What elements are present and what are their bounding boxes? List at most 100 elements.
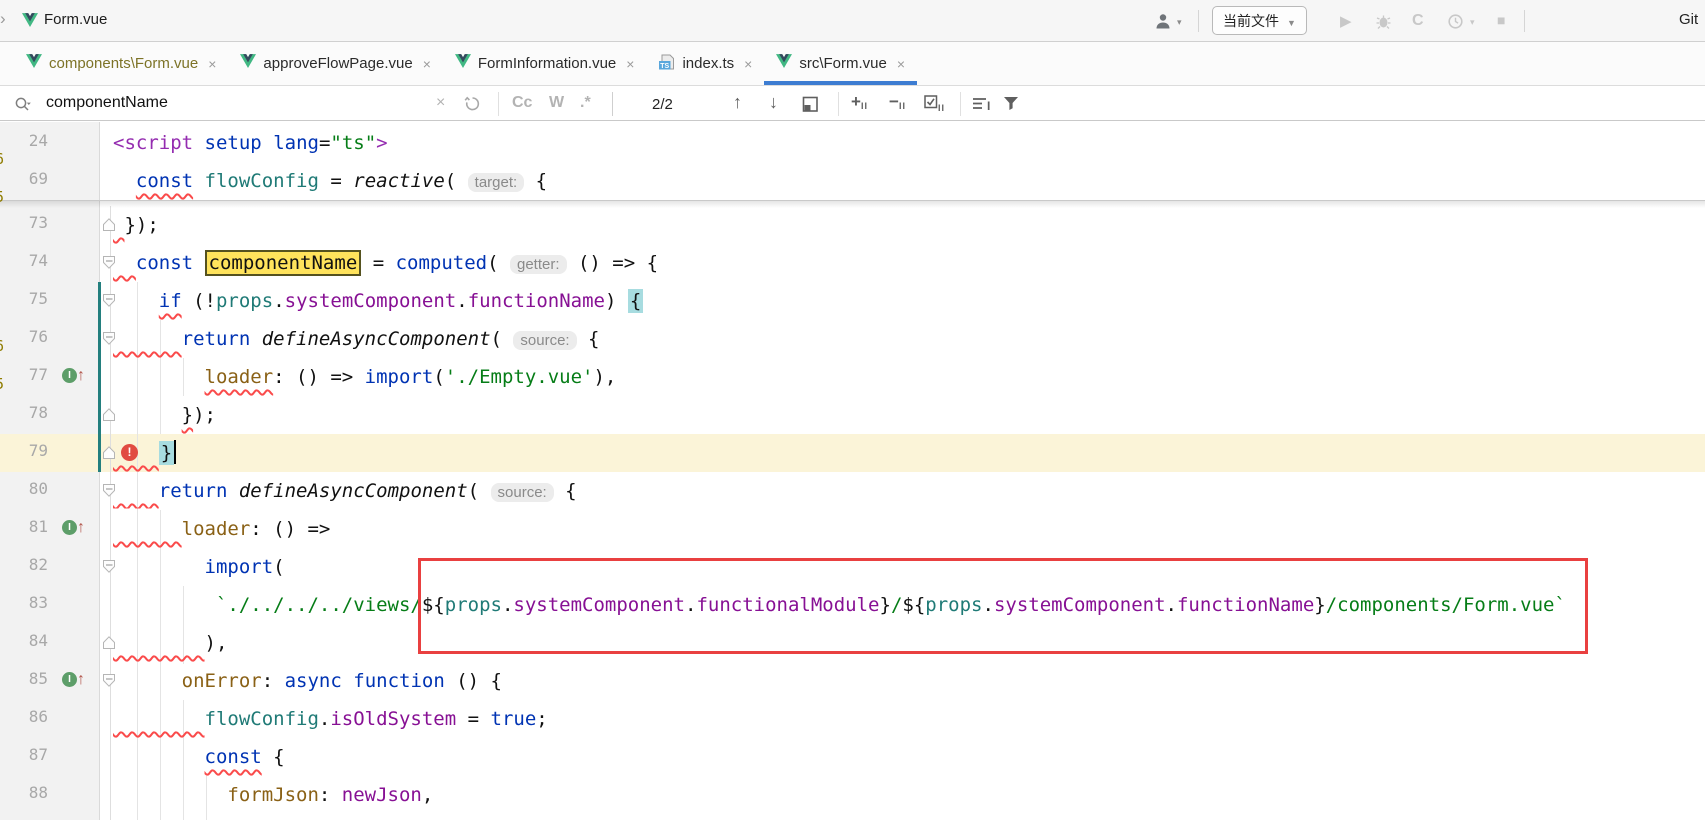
code-token (193, 132, 204, 154)
clipped-edge-text: 6 (0, 150, 4, 168)
code-line-79[interactable]: 79! } (0, 434, 1705, 472)
code-token: `./../../../views/ (216, 594, 422, 616)
tab-FormInformation.vue[interactable]: FormInformation.vue× (443, 42, 647, 85)
code-token (113, 556, 205, 578)
code-line-69[interactable]: 69 const flowConfig = reactive( target: … (0, 162, 1705, 200)
tab-close-icon[interactable]: × (744, 56, 752, 72)
code-text[interactable]: } (113, 434, 176, 472)
code-token: } (159, 441, 174, 465)
tab-components-Form.vue[interactable]: components\Form.vue× (14, 42, 228, 85)
code-line-24[interactable]: 24<script setup lang="ts"> (0, 124, 1705, 162)
line-number: 86 (0, 707, 48, 726)
code-token (113, 708, 205, 730)
git-menu-label[interactable]: Git (1679, 11, 1698, 28)
code-token: ), (593, 366, 616, 388)
code-line-85[interactable]: 85I↑ onError: async function () { (0, 662, 1705, 700)
code-token (227, 480, 238, 502)
editor-tab-bar: components\Form.vue× approveFlowPage.vue ×… (0, 42, 1705, 85)
code-text[interactable]: flowConfig.isOldSystem = true; (113, 700, 548, 738)
search-icon[interactable] (14, 96, 36, 117)
multiline-search-icon[interactable]: I (972, 97, 990, 115)
code-token: './Empty.vue' (445, 366, 594, 388)
implements-member-icon[interactable]: I↑ (62, 520, 96, 538)
code-text[interactable]: }); (113, 206, 159, 244)
line-number: 74 (0, 251, 48, 270)
code-token: ), (205, 632, 228, 654)
code-text[interactable]: return defineAsyncComponent( source: { (113, 320, 600, 358)
filter-icon[interactable] (1003, 96, 1019, 116)
line-number: 76 (0, 327, 48, 346)
tab-close-icon[interactable]: × (897, 56, 905, 72)
clear-search-icon[interactable]: × (436, 94, 445, 112)
tab-close-icon[interactable]: × (626, 56, 634, 72)
implements-member-icon[interactable]: I↑ (62, 368, 96, 386)
code-token: ; (536, 708, 547, 730)
code-token: <script (113, 132, 193, 154)
code-text[interactable]: if (!props.systemComponent.functionName)… (113, 282, 643, 320)
next-occurrence-button[interactable]: ↓ (769, 92, 778, 113)
run-with-coverage-icon[interactable]: C (1412, 12, 1424, 30)
user-caret-icon[interactable]: ▾ (1177, 17, 1182, 28)
open-in-find-window-icon[interactable] (802, 96, 819, 118)
run-button[interactable]: ▶ (1340, 12, 1352, 30)
code-line-78[interactable]: 78 }); (0, 396, 1705, 434)
code-token: { (577, 328, 600, 350)
stop-button[interactable]: ■ (1497, 12, 1505, 28)
code-text[interactable]: const componentName = computed( getter: … (113, 244, 658, 282)
code-text[interactable]: formJson: newJson, (113, 776, 433, 814)
line-number: 77 (0, 365, 48, 384)
words-toggle[interactable]: W (549, 94, 564, 112)
code-text[interactable]: import( (113, 548, 285, 586)
debug-bug-icon[interactable] (1375, 13, 1392, 34)
regex-toggle[interactable]: .* (580, 94, 591, 112)
select-all-occurrences-icon[interactable]: II (924, 95, 945, 114)
code-line-80[interactable]: 80 return defineAsyncComponent( source: … (0, 472, 1705, 510)
typescript-file-icon: TS (658, 54, 675, 74)
user-account-icon[interactable] (1155, 13, 1173, 33)
code-line-86[interactable]: 86 flowConfig.isOldSystem = true; (0, 700, 1705, 738)
code-text[interactable]: loader: () => (113, 510, 330, 548)
code-line-74[interactable]: 74 const componentName = computed( gette… (0, 244, 1705, 282)
tab-approveFlowPage.vue[interactable]: approveFlowPage.vue × (228, 42, 442, 85)
code-text[interactable]: const { (113, 738, 285, 776)
code-token: , (422, 784, 433, 806)
code-token: > (376, 132, 387, 154)
code-line-81[interactable]: 81I↑ loader: () => (0, 510, 1705, 548)
code-line-88[interactable]: 88 formJson: newJson, (0, 776, 1705, 814)
window-file-title: Form.vue (44, 11, 107, 28)
match-case-toggle[interactable]: Cc (512, 94, 532, 112)
code-text[interactable]: onError: async function () { (113, 662, 502, 700)
code-token: if (159, 290, 182, 312)
tab-label: approveFlowPage.vue (263, 55, 412, 72)
code-text[interactable]: }); (113, 396, 216, 434)
remove-occurrence-icon[interactable]: −II (889, 92, 906, 112)
tab-close-icon[interactable]: × (208, 56, 216, 72)
code-editor[interactable]: 24<script setup lang="ts">69 const flowC… (0, 121, 1705, 820)
profiler-caret-icon[interactable]: ▾ (1470, 17, 1475, 28)
previous-occurrence-button[interactable]: ↑ (733, 92, 742, 113)
code-text[interactable]: return defineAsyncComponent( source: { (113, 472, 577, 510)
code-token: functionName (468, 290, 605, 312)
tab-index.ts[interactable]: TSindex.ts× (646, 42, 764, 85)
code-line-87[interactable]: 87 const { (0, 738, 1705, 776)
run-configuration-select[interactable]: 当前文件▼ (1212, 6, 1307, 35)
code-text[interactable]: ), (113, 624, 227, 662)
code-token: "ts" (330, 132, 376, 154)
search-history-icon[interactable] (464, 95, 481, 117)
profiler-clock-icon[interactable] (1447, 13, 1464, 34)
code-token (250, 328, 261, 350)
implements-member-icon[interactable]: I↑ (62, 672, 96, 690)
code-text[interactable]: loader: () => import('./Empty.vue'), (113, 358, 616, 396)
code-text[interactable]: const flowConfig = reactive( target: { (113, 162, 547, 200)
tab-src-Form.vue[interactable]: src\Form.vue× (764, 42, 917, 85)
code-line-75[interactable]: 75 if (!props.systemComponent.functionNa… (0, 282, 1705, 320)
tab-close-icon[interactable]: × (423, 56, 431, 72)
code-line-77[interactable]: 77 I↑ loader: () => import('./Empty.vue')… (0, 358, 1705, 396)
code-line-73[interactable]: 73 }); (0, 206, 1705, 244)
search-input[interactable]: componentName (46, 94, 168, 112)
code-line-76[interactable]: 76 return defineAsyncComponent( source: … (0, 320, 1705, 358)
vue-file-icon (240, 54, 256, 73)
add-occurrence-icon[interactable]: +II (851, 92, 868, 112)
code-token (113, 442, 159, 464)
code-text[interactable]: <script setup lang="ts"> (113, 124, 388, 162)
